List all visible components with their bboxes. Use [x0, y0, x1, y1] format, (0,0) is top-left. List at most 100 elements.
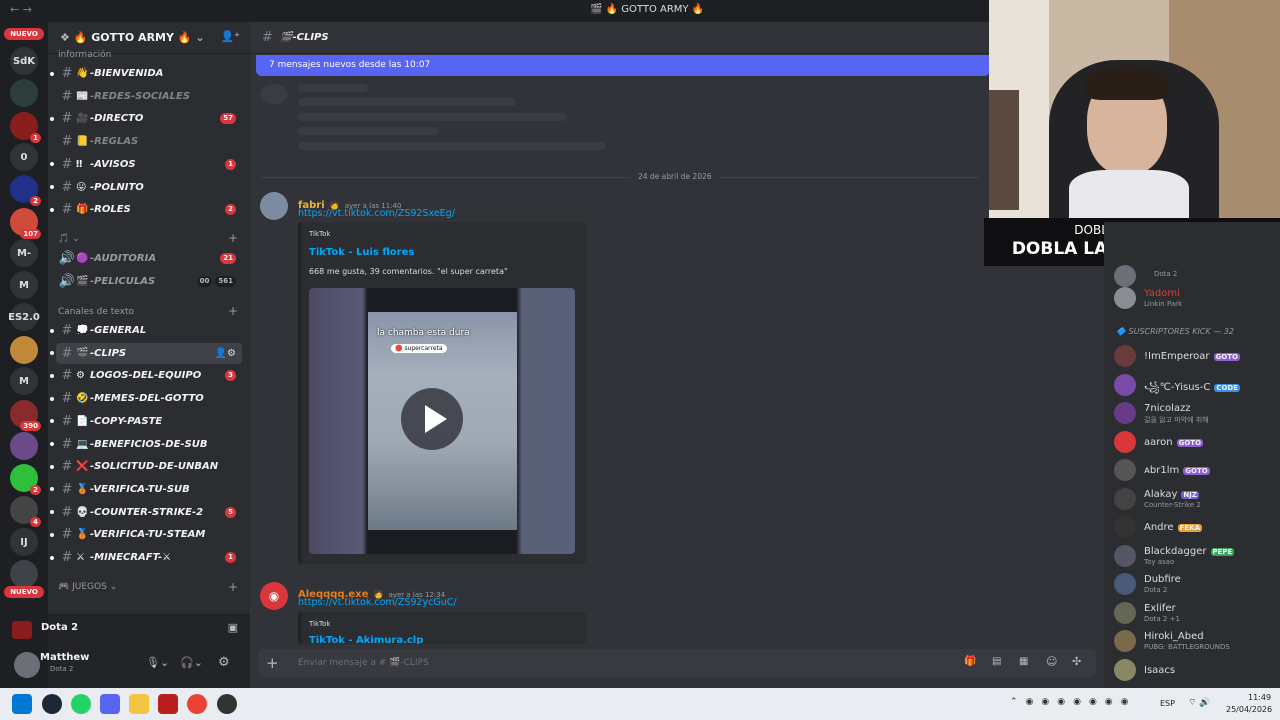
channel-item[interactable]: # 📒 -REGLAS	[56, 131, 242, 152]
server-icon[interactable]: M-	[10, 239, 38, 267]
skeleton-line	[298, 127, 438, 135]
steam-icon[interactable]	[42, 694, 62, 714]
channel-item[interactable]: # 💻 -BENEFICIOS-DE-SUB	[50, 434, 242, 455]
channel-item[interactable]: # ‼ -AVISOS 1	[50, 154, 242, 175]
channel-item[interactable]: # 👋 -BIENVENIDA	[50, 63, 242, 84]
server-icon[interactable]: M	[10, 367, 38, 395]
info-category[interactable]: información	[58, 50, 111, 60]
member-item[interactable]: Yadomi Linkin Park	[1114, 286, 1274, 312]
message-link[interactable]: https://vt.tiktok.com/ZS92SxeEg/	[298, 208, 455, 219]
channel-item[interactable]: # ❌ -SOLICITUD-DE-UNBAN	[50, 456, 242, 477]
server-icon[interactable]: 2	[10, 175, 41, 206]
channel-item[interactable]: # 🎬 -CLIPS 👤⚙	[50, 342, 242, 364]
channel-item[interactable]: 🔊 🟣 -AUDITORIA 21	[56, 248, 242, 269]
discord-icon[interactable]	[100, 694, 120, 714]
games-category[interactable]: 🎮 JUEGOS ⌄	[58, 582, 117, 592]
headphones-icon[interactable]: 🎧⌄	[180, 656, 203, 669]
play-button-icon[interactable]	[401, 388, 463, 450]
server-label: ES2.0	[8, 311, 40, 323]
text-category[interactable]: Canales de texto	[58, 307, 134, 317]
chrome-icon[interactable]	[187, 694, 207, 714]
add-voice-channel-icon[interactable]: +	[228, 231, 238, 245]
member-item[interactable]: Hiroki_Abed PUBG: BATTLEGROUNDS	[1114, 629, 1274, 655]
channel-item[interactable]: # 😛 -POLNITO	[50, 177, 242, 198]
message-avatar[interactable]	[260, 192, 288, 220]
sticker-icon[interactable]: ▦	[1019, 656, 1028, 667]
member-item[interactable]: ꧁℃-Yisus-C CODE	[1114, 373, 1274, 399]
gift-icon[interactable]: 🎁	[964, 656, 976, 667]
server-icon[interactable]: ES2.0	[8, 303, 40, 331]
channel-item[interactable]: # 📰 -REDES-SOCIALES	[56, 86, 242, 107]
message-input-box[interactable]: + Enviar mensaje a # 🎬-CLIPS 🎁 ▤ ▦ ☺ ✣	[258, 649, 1096, 677]
invite-icon[interactable]: 👤⁺	[220, 30, 240, 43]
new-messages-banner[interactable]: 7 mensajes nuevos desde las 10:07	[256, 55, 990, 76]
member-item[interactable]: Isaacs	[1114, 658, 1274, 684]
member-item[interactable]: !ImEmperoar GOTO	[1114, 344, 1274, 370]
member-item[interactable]: Exlifer Dota 2 +1	[1114, 601, 1274, 627]
gif-icon[interactable]: ▤	[992, 656, 1001, 667]
server-icon[interactable]: 4	[10, 496, 41, 527]
settings-gear-icon[interactable]: ⚙	[218, 655, 230, 670]
member-name-row: Andre FEKA	[1144, 522, 1202, 533]
tray-icons[interactable]: ⌃◉◉◉◉◉◉◉	[1010, 697, 1137, 707]
message-avatar-discord[interactable]: ◉	[260, 582, 288, 610]
channel-item[interactable]: # 💀 -COUNTER-STRIKE-2 5	[50, 502, 242, 523]
clock-date[interactable]: 25/04/2026	[1226, 705, 1272, 714]
channel-item[interactable]: # 📄 -COPY-PASTE	[50, 411, 242, 432]
channel-item[interactable]: 🔊 🎬 -PELICULAS 00 561	[56, 271, 242, 292]
back-arrow-icon[interactable]: ← →	[10, 3, 32, 16]
wifi-icon[interactable]: ⌔ 🔊	[1188, 697, 1211, 708]
server-icon[interactable]	[10, 336, 38, 364]
add-attachment-icon[interactable]: +	[266, 654, 279, 672]
add-game-channel-icon[interactable]: +	[228, 580, 238, 594]
server-icon[interactable]: SdK	[10, 47, 38, 75]
member-item[interactable]: Andre FEKA	[1114, 515, 1274, 541]
channel-item[interactable]: # ⚔ -MINECRAFT-⚔ 1	[50, 547, 242, 568]
server-icon[interactable]: 390	[10, 400, 41, 431]
emoji-icon[interactable]: ☺	[1046, 655, 1057, 668]
embed-title[interactable]: TikTok - Luis flores	[309, 247, 414, 258]
server-icon[interactable]: 1	[10, 112, 41, 143]
avatar[interactable]	[14, 652, 40, 678]
language-indicator[interactable]: ESP	[1160, 699, 1175, 708]
channel-item[interactable]: # 🥉 -VERIFICA-TU-SUB	[50, 479, 242, 500]
channel-item[interactable]: # 🤣 -MEMES-DEL-GOTTO	[50, 388, 242, 409]
obs-icon[interactable]	[217, 694, 237, 714]
channel-item[interactable]: # 🎁 -ROLES 2	[50, 199, 242, 220]
dota-taskbar-icon[interactable]	[158, 694, 178, 714]
server-icon[interactable]	[10, 79, 38, 107]
add-text-channel-icon[interactable]: +	[228, 304, 238, 318]
clock-time[interactable]: 11:49	[1248, 693, 1271, 702]
server-icon[interactable]: 107	[10, 208, 41, 239]
member-item[interactable]: 7nicolazz 길을 잃고 마약에 취해	[1114, 401, 1274, 427]
member-item[interactable]: aaron GOTO	[1114, 430, 1274, 456]
embed-title[interactable]: TikTok - Akimura.clp	[309, 635, 423, 644]
file-explorer-icon[interactable]	[129, 694, 149, 714]
channel-item[interactable]: # 🎥 -DIRECTO 57	[50, 108, 242, 129]
member-item[interactable]: Alakay NJZ Counter-Strike 2	[1114, 487, 1274, 513]
windows-start-icon[interactable]	[12, 694, 32, 714]
unread-dot	[50, 185, 54, 189]
channel-item[interactable]: # ⚙ LOGOS-DEL-EQUIPO 3	[50, 365, 242, 386]
voice-category[interactable]: 🎵 ⌄	[58, 234, 80, 244]
server-icon[interactable]	[10, 560, 38, 588]
member-item[interactable]: Dubfire Dota 2	[1114, 572, 1274, 598]
server-icon[interactable]	[10, 432, 38, 460]
server-icon[interactable]: 2	[10, 464, 41, 495]
channel-item[interactable]: # 💭 -GENERAL	[50, 320, 242, 341]
server-icon[interactable]: IJ	[10, 528, 38, 556]
member-item[interactable]: ᴀbr1lm GOTO	[1114, 458, 1274, 484]
channel-settings-icon[interactable]: 👤⚙	[215, 348, 236, 359]
server-icon[interactable]: 0	[10, 143, 38, 171]
member-name: Andre	[1144, 522, 1174, 533]
activity-icon[interactable]: ▣	[228, 621, 238, 634]
channel-item[interactable]: # 🥉 -VERIFICA-TU-STEAM	[50, 524, 242, 545]
message-input-placeholder: Enviar mensaje a # 🎬-CLIPS	[298, 658, 429, 668]
microphone-icon[interactable]: 🎙⌄	[146, 656, 169, 669]
whatsapp-icon[interactable]	[71, 694, 91, 714]
message-link[interactable]: https://vt.tiktok.com/ZS92ycGuC/	[298, 597, 457, 608]
apps-icon[interactable]: ✣	[1072, 655, 1081, 668]
server-icon[interactable]: M	[10, 271, 38, 299]
member-item[interactable]: Blackdagger PEPE Toy asao	[1114, 544, 1274, 570]
video-preview[interactable]: la chamba esta dura 🔴 supercarreta	[309, 288, 575, 554]
